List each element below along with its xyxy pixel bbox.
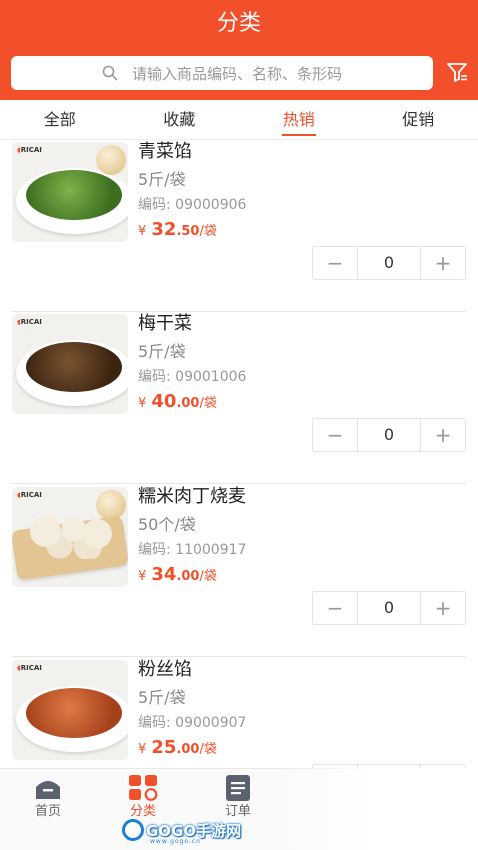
search-icon: [102, 65, 118, 81]
brand-logo: ◖RICAI: [17, 491, 42, 499]
quantity-input[interactable]: 0: [357, 247, 421, 279]
category-icon: [129, 775, 158, 801]
product-name[interactable]: 糯米肉丁烧麦: [138, 485, 246, 509]
tab-promotion[interactable]: 促销: [359, 100, 478, 139]
product-unit: 5斤/袋: [138, 342, 186, 361]
brand-logo: ◖RICAI: [17, 146, 42, 154]
quantity-stepper: − 0 +: [312, 418, 466, 452]
decrease-button[interactable]: −: [313, 419, 357, 451]
product-name[interactable]: 青菜馅: [138, 140, 192, 164]
product-image[interactable]: ◖RICAI: [12, 487, 128, 587]
page-title: 分类: [216, 11, 261, 36]
food-shape: [22, 513, 116, 559]
quantity-input[interactable]: 0: [357, 592, 421, 624]
tabbar-orders[interactable]: 订单: [208, 775, 268, 821]
product-code: 编码: 09000906: [138, 197, 247, 213]
product-code: 编码: 09001006: [138, 369, 247, 385]
product-price: ¥ 40.00/袋: [138, 391, 217, 412]
product-code: 编码: 11000917: [138, 542, 247, 558]
food-shape: [26, 170, 122, 220]
product-price: ¥ 32.50/袋: [138, 219, 217, 240]
product-image[interactable]: ◖RICAI: [12, 660, 128, 760]
list-item[interactable]: ◖RICAI 梅干菜 5斤/袋 编码: 09001006 ¥ 40.00/袋 −…: [12, 312, 466, 484]
quality-badge-icon: [96, 490, 126, 520]
product-name[interactable]: 梅干菜: [138, 312, 192, 336]
home-icon: [36, 781, 60, 799]
food-shape: [26, 688, 122, 738]
order-icon: [226, 775, 250, 801]
increase-button[interactable]: +: [421, 247, 465, 279]
watermark-logo-icon: [122, 819, 144, 841]
list-item[interactable]: ◖RICAI 粉丝馅 5斤/袋 编码: 09000907 ¥ 25.00/袋 −…: [12, 658, 466, 768]
product-price: ¥ 34.00/袋: [138, 564, 217, 585]
brand-logo: ◖RICAI: [17, 664, 42, 672]
list-item[interactable]: ◖RICAI 青菜馅 5斤/袋 编码: 09000906 ¥ 32.50/袋 −…: [12, 140, 466, 312]
product-list[interactable]: ◖RICAI 青菜馅 5斤/袋 编码: 09000906 ¥ 32.50/袋 −…: [0, 140, 478, 768]
category-tabs: 全部 收藏 热销 促销: [0, 100, 478, 140]
tab-hot-sale[interactable]: 热销: [239, 100, 359, 139]
list-item[interactable]: ◖RICAI 糯米肉丁烧麦 50个/袋 编码: 11000917 ¥ 34.00…: [12, 485, 466, 657]
product-image[interactable]: ◖RICAI: [12, 142, 128, 242]
food-shape: [26, 342, 122, 392]
tab-favorites[interactable]: 收藏: [120, 100, 240, 139]
tab-all[interactable]: 全部: [0, 100, 120, 139]
quantity-stepper: − 0 +: [312, 591, 466, 625]
increase-button[interactable]: +: [421, 419, 465, 451]
increase-button[interactable]: +: [421, 592, 465, 624]
quality-badge-icon: [96, 145, 126, 175]
tabbar-category[interactable]: 分类: [113, 775, 173, 821]
product-unit: 5斤/袋: [138, 170, 186, 189]
search-placeholder: 请输入商品编码、名称、条形码: [131, 64, 342, 83]
watermark: GOGO手游网 www.gogo.cn: [122, 818, 241, 845]
overlay-fade: [278, 768, 478, 850]
product-price: ¥ 25.00/袋: [138, 737, 217, 758]
search-input[interactable]: 请输入商品编码、名称、条形码: [11, 56, 433, 90]
product-name[interactable]: 粉丝馅: [138, 658, 192, 682]
brand-logo: ◖RICAI: [17, 318, 42, 326]
filter-icon[interactable]: [446, 61, 468, 83]
decrease-button[interactable]: −: [313, 247, 357, 279]
product-unit: 50个/袋: [138, 515, 196, 534]
product-code: 编码: 09000907: [138, 715, 247, 731]
quantity-input[interactable]: 0: [357, 419, 421, 451]
tabbar-home[interactable]: 首页: [18, 775, 78, 821]
decrease-button[interactable]: −: [313, 592, 357, 624]
product-unit: 5斤/袋: [138, 688, 186, 707]
quantity-stepper: − 0 +: [312, 246, 466, 280]
product-image[interactable]: ◖RICAI: [12, 314, 128, 414]
header-bar: 分类 请输入商品编码、名称、条形码: [0, 0, 478, 100]
